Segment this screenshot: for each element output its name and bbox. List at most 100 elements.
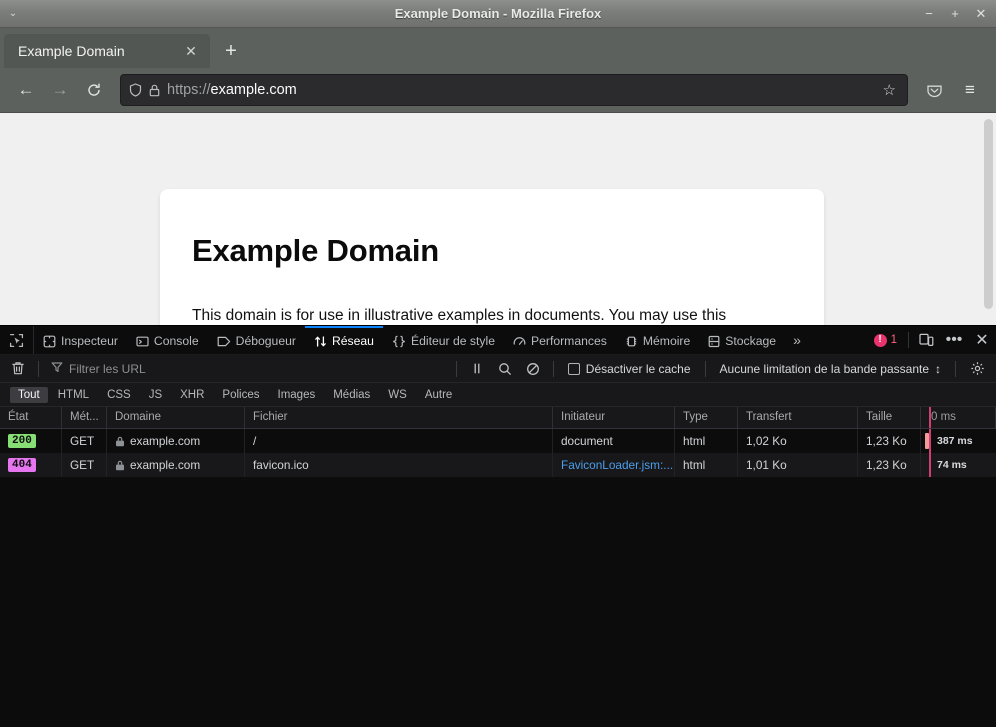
table-body: 200 GET example.com / document html 1,02…: [0, 429, 996, 727]
pause-icon[interactable]: [463, 357, 491, 381]
tab-inspecteur[interactable]: Inspecteur: [34, 326, 127, 354]
tab-console-label: Console: [153, 334, 199, 348]
cell-transfer: 1,02 Ko: [738, 429, 858, 453]
window-minimize-button[interactable]: −: [922, 6, 936, 21]
reload-button[interactable]: [78, 75, 110, 105]
page-viewport: Example Domain This domain is for use in…: [0, 113, 996, 325]
tab-console[interactable]: Console: [127, 326, 208, 354]
tab-reseau[interactable]: Réseau: [304, 326, 383, 354]
column-header-methode[interactable]: Mét...: [62, 407, 107, 428]
filter-polices[interactable]: Polices: [214, 387, 267, 403]
console-icon: [136, 335, 149, 348]
filter-medias[interactable]: Médias: [325, 387, 378, 403]
network-icon: [314, 335, 327, 348]
network-type-filters: Tout HTML CSS JS XHR Polices Images Médi…: [0, 383, 996, 407]
page-paragraph: This domain is for use in illustrative e…: [192, 307, 727, 324]
table-row[interactable]: 404 GET example.com favicon.ico FaviconL…: [0, 453, 996, 477]
filter-images[interactable]: Images: [270, 387, 324, 403]
cell-type: html: [675, 429, 738, 453]
cell-timeline: 74 ms: [921, 453, 996, 477]
browser-tab[interactable]: Example Domain ✕: [4, 34, 210, 68]
column-header-initiateur[interactable]: Initiateur: [553, 407, 675, 428]
column-header-etat[interactable]: État: [0, 407, 62, 428]
filter-js[interactable]: JS: [141, 387, 170, 403]
status-badge: 200: [8, 434, 36, 448]
back-button[interactable]: ←: [10, 75, 42, 105]
tab-memoire[interactable]: Mémoire: [616, 326, 699, 354]
filter-url-input[interactable]: Filtrer les URL: [45, 358, 450, 380]
navbar-right-buttons: ≡: [918, 75, 986, 105]
devtools-tabbar-spacer: [809, 326, 866, 354]
window-close-button[interactable]: ✕: [974, 6, 988, 21]
column-header-type[interactable]: Type: [675, 407, 738, 428]
lock-icon[interactable]: [149, 84, 160, 97]
browser-navbar: ← → https://example.com ☆ ≡: [0, 68, 996, 113]
error-count-badge[interactable]: ! 1: [866, 326, 905, 354]
devtools-close-icon[interactable]: ✕: [968, 326, 996, 354]
tab-debogueur[interactable]: Débogueur: [208, 326, 305, 354]
filter-html[interactable]: HTML: [50, 387, 97, 403]
cell-method: GET: [62, 453, 107, 477]
tab-performances[interactable]: Performances: [504, 326, 616, 354]
window-menu-arrow-icon[interactable]: ⌄: [0, 0, 26, 28]
url-bar[interactable]: https://example.com ☆: [120, 74, 908, 106]
cell-domain: example.com: [107, 429, 245, 453]
divider: [704, 360, 706, 377]
url-scheme: https://: [167, 82, 211, 98]
filter-tout[interactable]: Tout: [10, 386, 48, 403]
divider: [908, 332, 909, 348]
close-icon[interactable]: ✕: [180, 40, 202, 62]
shield-icon[interactable]: [129, 83, 142, 97]
column-header-transfert[interactable]: Transfert: [738, 407, 858, 428]
disable-cache-checkbox[interactable]: Désactiver le cache: [560, 362, 699, 376]
browser-tabstrip: Example Domain ✕ +: [0, 28, 996, 68]
gear-icon[interactable]: [962, 361, 992, 376]
hamburger-menu-icon[interactable]: ≡: [954, 75, 986, 105]
throttling-value: Aucune limitation de la bande passante: [719, 361, 929, 376]
performance-icon: [513, 335, 526, 348]
page-scrollbar[interactable]: [984, 119, 993, 309]
cell-status: 200: [0, 429, 62, 453]
tab-performances-label: Performances: [530, 334, 607, 348]
pocket-icon[interactable]: [918, 75, 950, 105]
devtools-panel: Inspecteur Console Débogueur Réseau Édit…: [0, 325, 996, 727]
error-icon: !: [873, 333, 887, 347]
throttling-select[interactable]: Aucune limitation de la bande passante ↕: [712, 362, 949, 376]
window-maximize-button[interactable]: +: [948, 6, 962, 21]
column-header-timeline[interactable]: 0 ms: [921, 407, 996, 428]
divider: [552, 360, 554, 377]
column-header-fichier[interactable]: Fichier: [245, 407, 553, 428]
bookmark-star-icon[interactable]: ☆: [880, 81, 899, 99]
forward-button[interactable]: →: [44, 75, 76, 105]
search-icon[interactable]: [491, 357, 519, 381]
tab-editeur-de-style[interactable]: Éditeur de style: [383, 326, 504, 354]
column-header-taille[interactable]: Taille: [858, 407, 921, 428]
trash-icon[interactable]: [4, 357, 32, 381]
browser-tab-label: Example Domain: [18, 43, 125, 59]
timeline-marker-line: [929, 407, 931, 428]
table-row[interactable]: 200 GET example.com / document html 1,02…: [0, 429, 996, 453]
tab-stockage[interactable]: Stockage: [699, 326, 785, 354]
tab-debogueur-label: Débogueur: [235, 334, 296, 348]
devtools-meatball-menu-icon[interactable]: •••: [940, 326, 968, 354]
url-text[interactable]: https://example.com: [167, 82, 873, 98]
divider: [955, 360, 956, 377]
inspector-icon: [43, 335, 56, 348]
new-tab-button[interactable]: +: [216, 36, 246, 66]
storage-icon: [708, 335, 720, 348]
block-icon[interactable]: [519, 357, 547, 381]
devtools-overflow-chevron-icon[interactable]: »: [785, 326, 809, 354]
filter-xhr[interactable]: XHR: [172, 387, 212, 403]
filter-css[interactable]: CSS: [99, 387, 139, 403]
network-toolbar: Filtrer les URL Désactiver le cache Aucu…: [0, 355, 996, 383]
cell-size: 1,23 Ko: [858, 429, 921, 453]
tab-memoire-label: Mémoire: [642, 334, 691, 348]
cell-initiator[interactable]: FaviconLoader.jsm:...: [553, 453, 675, 477]
table-header-row: État Mét... Domaine Fichier Initiateur T…: [0, 407, 996, 429]
page-title: Example Domain: [192, 233, 440, 268]
filter-ws[interactable]: WS: [380, 387, 415, 403]
filter-autre[interactable]: Autre: [417, 387, 461, 403]
element-picker-icon[interactable]: [0, 326, 34, 354]
responsive-design-mode-icon[interactable]: [912, 326, 940, 354]
column-header-domaine[interactable]: Domaine: [107, 407, 245, 428]
